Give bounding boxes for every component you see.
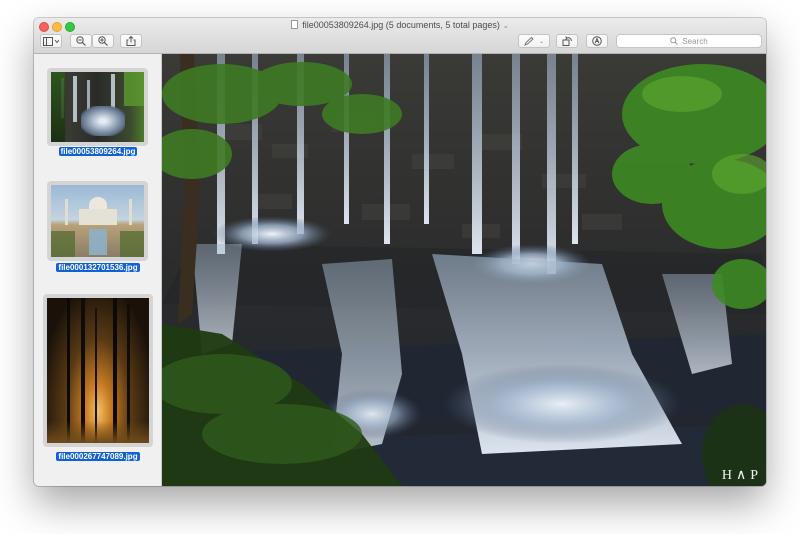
pen-icon	[524, 36, 534, 46]
zoom-out-icon	[76, 36, 86, 46]
thumbnail-sidebar[interactable]: file00053809264.jpg file000132701536.jpg	[34, 54, 162, 486]
search-field[interactable]: Search	[616, 34, 762, 48]
sidebar-view-button[interactable]	[40, 34, 62, 48]
waterfall-thumbnail-image	[51, 72, 144, 142]
window-title[interactable]: file00053809264.jpg (5 documents, 5 tota…	[34, 20, 766, 30]
forest-thumbnail-image	[47, 298, 149, 443]
photo-watermark: H∧P	[721, 468, 762, 483]
thumbnail-label[interactable]: file000267747089.jpg	[34, 452, 162, 461]
zoom-in-icon	[98, 36, 108, 46]
thumbnail-forest[interactable]	[43, 294, 153, 447]
title-bar[interactable]: file00053809264.jpg (5 documents, 5 tota…	[34, 18, 766, 54]
title-menu-chevron-icon[interactable]: ⌄	[503, 23, 509, 30]
markup-button[interactable]	[586, 34, 608, 48]
preview-window: file00053809264.jpg (5 documents, 5 tota…	[34, 18, 766, 486]
thumbnail-label[interactable]: file00053809264.jpg	[34, 147, 162, 156]
markup-chevron-icon: ⌄	[538, 38, 545, 45]
thumbnail-waterfall[interactable]	[47, 68, 148, 146]
thumbnail-taj-mahal[interactable]	[47, 181, 148, 261]
search-icon	[670, 37, 679, 45]
share-icon	[126, 36, 136, 46]
sidebar-icon	[43, 36, 59, 46]
taj-mahal-thumbnail-image	[51, 185, 144, 257]
markup-icon	[592, 36, 602, 46]
thumbnail-label[interactable]: file000132701536.jpg	[34, 263, 162, 272]
zoom-in-button[interactable]	[92, 34, 114, 48]
rotate-button[interactable]	[556, 34, 578, 48]
document-icon	[291, 20, 299, 29]
window-title-text: file00053809264.jpg (5 documents, 5 tota…	[302, 20, 500, 30]
zoom-out-button[interactable]	[70, 34, 92, 48]
share-button[interactable]	[120, 34, 142, 48]
markup-toolbar-button[interactable]: ⌄	[518, 34, 550, 48]
waterfall-photo	[162, 54, 766, 486]
search-placeholder: Search	[682, 36, 708, 46]
rotate-icon	[562, 36, 572, 46]
image-viewer[interactable]: H∧P	[162, 54, 766, 486]
